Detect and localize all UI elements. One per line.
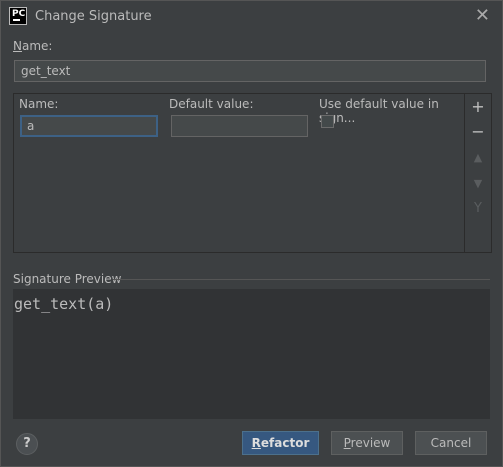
add-icon[interactable]: +	[471, 99, 485, 115]
remove-icon[interactable]: −	[471, 124, 485, 140]
signature-preview-text: get_text(a)	[14, 295, 114, 313]
column-header-use-default: Use default value in sign...	[319, 97, 439, 125]
dialog-title: Change Signature	[35, 9, 152, 24]
column-header-name: Name:	[19, 97, 59, 111]
title-bar: PC Change Signature ✕	[1, 1, 502, 32]
method-name-input[interactable]	[14, 60, 486, 82]
cancel-button[interactable]: Cancel	[415, 431, 487, 455]
pycharm-logo-icon: PC	[9, 7, 27, 25]
refactor-button[interactable]: Refactor	[242, 431, 319, 455]
move-up-icon[interactable]: ▲	[471, 150, 485, 166]
param-default-value-input[interactable]	[171, 115, 308, 137]
name-label: Name:	[13, 39, 53, 53]
parameters-grid: Name: Default value: Use default value i…	[14, 94, 465, 252]
propagate-icon[interactable]: Y	[471, 201, 485, 217]
signature-preview-panel: get_text(a)	[13, 289, 490, 419]
signature-preview-title: Signature Preview	[13, 272, 122, 286]
help-button[interactable]: ?	[16, 433, 38, 455]
use-default-checkbox[interactable]	[321, 115, 334, 128]
param-name-input[interactable]	[20, 115, 158, 137]
close-icon[interactable]: ✕	[475, 5, 490, 26]
move-down-icon[interactable]: ▼	[471, 176, 485, 192]
column-header-default-value: Default value:	[169, 97, 254, 111]
preview-button[interactable]: Preview	[331, 431, 403, 455]
section-divider	[113, 279, 490, 280]
parameters-table: Name: Default value: Use default value i…	[13, 93, 492, 253]
